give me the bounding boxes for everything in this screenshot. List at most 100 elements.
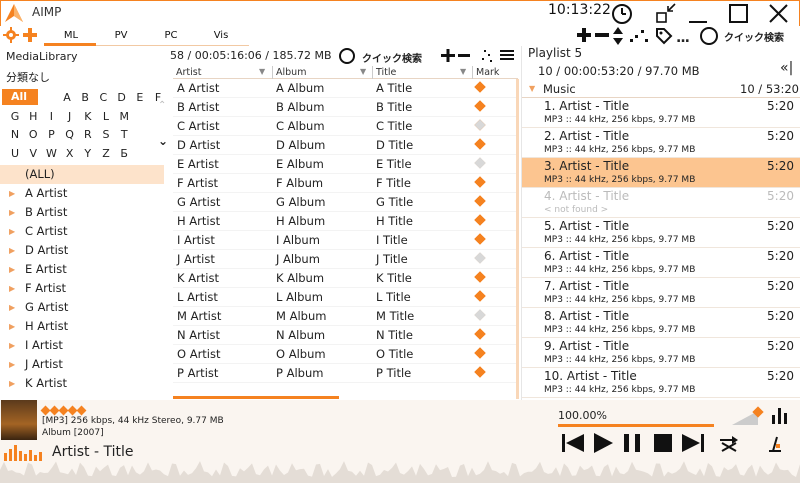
alphabet-letter-I[interactable]: I: [42, 110, 60, 123]
alphabet-letter-S[interactable]: S: [97, 128, 115, 141]
mini-mode-button[interactable]: [654, 2, 680, 26]
grouping-label[interactable]: 分類なし: [6, 69, 50, 85]
expand-arrow-icon[interactable]: ▶: [9, 336, 15, 355]
artist-list-item[interactable]: ▶ E Artist: [0, 260, 164, 279]
library-quick-search[interactable]: クイック検索: [362, 50, 422, 65]
scroll-up-icon[interactable]: ⌃: [158, 100, 166, 111]
vertical-scrollbar[interactable]: [516, 79, 519, 399]
alphabet-letter-J[interactable]: J: [61, 110, 79, 123]
tab-vis[interactable]: Vis: [196, 30, 246, 41]
now-playing-rating[interactable]: [40, 403, 87, 417]
filter-icon[interactable]: ▼: [360, 67, 366, 76]
play-button[interactable]: [591, 432, 615, 454]
column-header-artist[interactable]: Artist: [176, 66, 201, 79]
playlist-item[interactable]: 6. Artist - Title 5:20 MP3 :: 44 kHz, 256 …: [522, 248, 800, 278]
alphabet-letter-Z[interactable]: Z: [97, 147, 115, 160]
playlist-item[interactable]: 1. Artist - Title 5:20 MP3 :: 44 kHz, 256 …: [522, 98, 800, 128]
alphabet-letter-B[interactable]: B: [76, 91, 94, 104]
search-icon[interactable]: [339, 48, 355, 64]
maximize-button[interactable]: [726, 2, 752, 26]
expand-arrow-icon[interactable]: ▶: [9, 184, 15, 203]
alphabet-letter-L[interactable]: L: [97, 110, 115, 123]
repeat-shuffle-icon[interactable]: [718, 435, 740, 453]
expand-arrow-icon[interactable]: ▶: [9, 241, 15, 260]
add-icon[interactable]: [22, 27, 38, 43]
shuffle-dots-icon[interactable]: [628, 27, 650, 45]
column-header-mark[interactable]: Mark: [476, 66, 499, 79]
alphabet-letter-E[interactable]: E: [131, 91, 149, 104]
expand-arrow-icon[interactable]: ▶: [9, 203, 15, 222]
artist-list-item[interactable]: ▶ I Artist: [0, 336, 164, 355]
expand-arrow-icon[interactable]: ▶: [9, 317, 15, 336]
artist-list-item[interactable]: ▶ K Artist: [0, 374, 164, 393]
alphabet-letter-D[interactable]: D: [113, 91, 131, 104]
filter-icon[interactable]: ▼: [460, 67, 466, 76]
column-separator[interactable]: [272, 66, 273, 79]
playlist-add-icon[interactable]: [576, 27, 592, 43]
scroll-down-icon[interactable]: ⌄: [158, 134, 168, 148]
tab-pc[interactable]: PC: [146, 30, 196, 41]
alphabet-letter-H[interactable]: H: [24, 110, 42, 123]
track-row[interactable]: K Artist K Album K Title: [173, 269, 518, 288]
tag-icon[interactable]: [655, 27, 673, 45]
library-toolbar-icons[interactable]: [438, 49, 518, 63]
horizontal-scrollbar[interactable]: [173, 396, 339, 399]
alphabet-letter-Y[interactable]: Y: [79, 147, 97, 160]
playlist-item[interactable]: 5. Artist - Title 5:20 MP3 :: 44 kHz, 256 …: [522, 218, 800, 248]
track-row[interactable]: D Artist D Album D Title: [173, 136, 518, 155]
alphabet-letter-R[interactable]: R: [79, 128, 97, 141]
alphabet-letter-T[interactable]: T: [115, 128, 133, 141]
column-separator[interactable]: [372, 66, 373, 79]
next-track-button[interactable]: [680, 432, 706, 454]
previous-track-button[interactable]: [560, 432, 586, 454]
artist-list-item[interactable]: ▶ J Artist: [0, 355, 164, 374]
expand-arrow-icon[interactable]: ▶: [9, 355, 15, 374]
track-row[interactable]: E Artist E Album E Title: [173, 155, 518, 174]
tab-pv[interactable]: PV: [96, 30, 146, 41]
track-row[interactable]: N Artist N Album N Title: [173, 326, 518, 345]
alphabet-letter-X[interactable]: X: [61, 147, 79, 160]
stop-button[interactable]: [651, 432, 675, 454]
playlist-item[interactable]: 7. Artist - Title 5:20 MP3 :: 44 kHz, 256 …: [522, 278, 800, 308]
track-row[interactable]: A Artist A Album A Title: [173, 79, 518, 98]
artist-list-item[interactable]: ▶ G Artist: [0, 298, 164, 317]
track-row[interactable]: H Artist H Album H Title: [173, 212, 518, 231]
playlist-item[interactable]: 8. Artist - Title 5:20 MP3 :: 44 kHz, 256 …: [522, 308, 800, 338]
volume-icon[interactable]: [730, 405, 764, 427]
track-row[interactable]: L Artist L Album L Title: [173, 288, 518, 307]
track-row[interactable]: C Artist C Album C Title: [173, 117, 518, 136]
expand-arrow-icon[interactable]: ▶: [9, 279, 15, 298]
artist-list-item[interactable]: ▶ A Artist: [0, 184, 164, 203]
artist-list-item[interactable]: ▶ B Artist: [0, 203, 164, 222]
playlist-remove-icon[interactable]: [594, 27, 610, 43]
sleep-timer-icon[interactable]: [766, 435, 784, 453]
alphabet-letter-U[interactable]: U: [6, 147, 24, 160]
alphabet-letter-V[interactable]: V: [24, 147, 42, 160]
minimize-button[interactable]: [686, 2, 712, 26]
alphabet-all-button[interactable]: All: [2, 89, 38, 105]
artist-list-item[interactable]: (ALL): [0, 165, 164, 184]
spectrum-icon[interactable]: [770, 405, 790, 425]
track-row[interactable]: P Artist P Album P Title: [173, 364, 518, 383]
track-row[interactable]: I Artist I Album I Title: [173, 231, 518, 250]
alphabet-letter-C[interactable]: C: [94, 91, 112, 104]
alphabet-letter-P[interactable]: P: [42, 128, 60, 141]
tab-ml[interactable]: ML: [46, 30, 96, 41]
artist-list-item[interactable]: ▶ F Artist: [0, 279, 164, 298]
equalizer-icon[interactable]: [3, 445, 47, 461]
track-row[interactable]: B Artist B Album B Title: [173, 98, 518, 117]
alphabet-letter-O[interactable]: O: [24, 128, 42, 141]
sort-icon[interactable]: [612, 26, 624, 46]
track-row[interactable]: O Artist O Album O Title: [173, 345, 518, 364]
collapse-panel-icon[interactable]: «|: [780, 60, 793, 76]
playlist-title[interactable]: Playlist 5: [528, 46, 582, 60]
gear-icon[interactable]: [3, 27, 19, 43]
track-row[interactable]: M Artist M Album M Title: [173, 307, 518, 326]
search-icon[interactable]: [700, 27, 718, 45]
track-row[interactable]: G Artist G Album G Title: [173, 193, 518, 212]
alphabet-letter-W[interactable]: W: [42, 147, 60, 160]
more-icon[interactable]: ...: [676, 30, 690, 46]
playlist-quick-search[interactable]: クイック検索: [724, 29, 784, 44]
expand-arrow-icon[interactable]: ▶: [9, 374, 15, 393]
title-bar[interactable]: [0, 0, 800, 26]
